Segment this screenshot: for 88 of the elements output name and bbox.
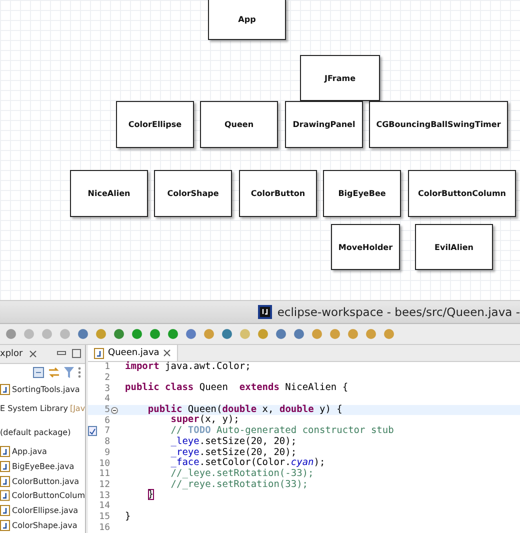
code-line: } [146, 490, 154, 501]
line-number: 4 [104, 394, 110, 404]
class-box: ColorEllipse [116, 101, 194, 148]
line-number: 16 [99, 522, 110, 533]
close-icon[interactable] [163, 349, 172, 357]
class-box: ColorButton [239, 170, 317, 217]
toolbar-icon[interactable] [130, 327, 144, 341]
code-line: public class Queen extends NiceAlien { [124, 383, 348, 394]
class-box: ColorButtonColumn [408, 170, 516, 217]
link-icon[interactable] [48, 367, 60, 378]
task-icon [88, 426, 97, 436]
code-line: //_reye.setRotation(33); [170, 480, 308, 490]
filter-icon[interactable] [64, 367, 74, 378]
class-box: App [208, 0, 286, 40]
tree-item[interactable]: SortingTools.java [12, 384, 80, 394]
close-icon[interactable] [28, 350, 37, 358]
toolbar-icon[interactable] [346, 327, 360, 341]
class-box: Queen [200, 101, 278, 148]
toolbar-icon[interactable] [292, 327, 306, 341]
tree-item[interactable]: BigEyeBee.java [12, 462, 74, 471]
line-number: 13 [99, 490, 110, 501]
line-number: 12 [99, 480, 110, 490]
toolbar-icon[interactable] [94, 327, 108, 341]
maximize-icon[interactable] [72, 349, 81, 358]
line-number: 1 [104, 362, 110, 372]
toolbar-icon[interactable] [148, 327, 162, 341]
toolbar-icon[interactable] [364, 327, 378, 341]
tree-item[interactable]: E System Library [0, 404, 68, 413]
explorer-tab[interactable]: xplor [0, 348, 23, 359]
class-box: EvilAlien [415, 224, 493, 270]
tree-item-suffix: [Jav [70, 404, 85, 413]
line-number: 11 [99, 469, 110, 480]
toolbar-icon[interactable] [328, 327, 342, 341]
fold-icon[interactable] [111, 406, 118, 414]
code-line: //_leye.setRotation(-33); [170, 468, 314, 480]
toolbar-icon[interactable] [382, 327, 396, 341]
toolbar-icon[interactable] [310, 327, 324, 341]
line-number: 6 [104, 416, 110, 426]
more-icon[interactable] [78, 367, 81, 378]
class-box: ColorShape [154, 170, 232, 217]
code-line: } [124, 512, 131, 522]
toolbar-icon[interactable] [202, 327, 216, 341]
code-line: // TODO Auto-generated constructor stub [170, 426, 394, 436]
tree-item[interactable]: ColorButtonColum [12, 491, 85, 500]
line-number: 3 [104, 384, 110, 394]
class-box: JFrame [300, 55, 380, 101]
toolbar-icon[interactable] [166, 327, 180, 341]
line-number: 10 [99, 458, 110, 469]
class-box: MoveHolder [331, 224, 400, 270]
minimize-icon[interactable] [57, 351, 66, 356]
toolbar-icon[interactable] [184, 327, 198, 341]
toolbar-icon[interactable] [76, 327, 90, 341]
line-number: 5 [104, 405, 110, 416]
class-box: NiceAlien [70, 170, 148, 217]
line-number: 8 [104, 437, 110, 448]
line-number: 15 [99, 512, 110, 522]
code-line: super(x, y); [170, 415, 240, 426]
tree-item[interactable]: App.java [12, 446, 47, 456]
code-line: _leye.setSize(20, 20); [170, 436, 297, 448]
class-box: BigEyeBee [323, 170, 401, 217]
toolbar-icon[interactable] [220, 327, 234, 341]
toolbar-icon[interactable] [274, 327, 288, 341]
line-number: 2 [104, 373, 110, 384]
toolbar-icon[interactable] [238, 327, 252, 341]
code-line: import java.awt.Color; [124, 362, 251, 373]
line-number: 7 [104, 426, 110, 436]
code-line: _reye.setSize(20, 20); [170, 448, 297, 458]
class-box: DrawingPanel [285, 101, 363, 148]
tree-item[interactable]: ColorShape.java [12, 521, 78, 530]
editor-tab[interactable]: Queen.java [88, 345, 178, 361]
java-file-icon [94, 348, 104, 358]
toolbar-icon[interactable] [22, 327, 36, 341]
app-icon [258, 305, 272, 319]
toolbar-icon[interactable] [58, 327, 72, 341]
tree-item[interactable]: ColorEllipse.java [12, 506, 78, 516]
collapse-icon[interactable] [33, 367, 44, 378]
toolbar-icon[interactable] [112, 327, 126, 341]
tree-item[interactable]: (default package) [0, 428, 71, 437]
line-number: 9 [104, 448, 110, 458]
toolbar-icon[interactable] [40, 327, 54, 341]
toolbar-icon[interactable] [4, 327, 18, 341]
window-title: eclipse-workspace - bees/src/Queen.java - [277, 305, 520, 319]
line-number: 14 [99, 501, 110, 512]
code-line: _face.setColor(Color.cyan); [170, 458, 326, 468]
tree-item[interactable]: ColorButton.java [12, 476, 79, 486]
code-line: public Queen(double x, double y) { [146, 404, 342, 415]
class-box: CGBouncingBallSwingTimer [369, 101, 508, 148]
toolbar-icon[interactable] [256, 327, 270, 341]
